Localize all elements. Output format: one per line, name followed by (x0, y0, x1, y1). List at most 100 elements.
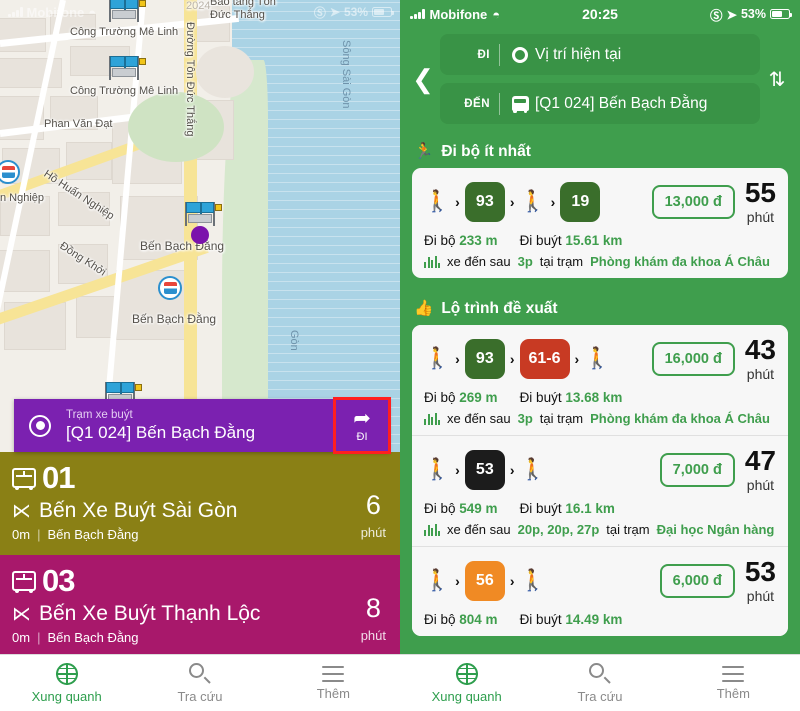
route-distance: 0m (12, 527, 31, 542)
section-header-least-walking: 🏃 Đi bộ ít nhất (400, 134, 800, 168)
selected-stop-card[interactable]: Trạm xe buýt [Q1 024] Bến Bạch Đằng ➦ ĐI (14, 397, 391, 454)
arrival-stop: Phòng khám đa khoa Á Châu (590, 254, 770, 269)
tab-label: Xung quanh (431, 688, 502, 704)
tab-tra-cuu[interactable]: Tra cứu (133, 655, 266, 711)
section-title: Đi bộ ít nhất (441, 142, 531, 160)
route-destination-label: Bến Xe Buýt Sài Gòn (39, 499, 238, 522)
fare-badge: 16,000 đ (651, 341, 735, 376)
route-option[interactable]: 🚶 › 93 › 61-6 › 🚶 16,000 đ 43 phút Đi bộ… (412, 325, 788, 435)
battery-percent: 53% (343, 5, 368, 19)
route-destination: ⋉ Bến Xe Buýt Sài Gòn (12, 499, 237, 523)
bus-distance-label: Đi buýt (519, 390, 562, 405)
walk-icon: 🚶 (519, 569, 546, 592)
swap-vertical-icon: ⇅ (768, 68, 786, 91)
tab-them[interactable]: Thêm (267, 655, 400, 711)
walk-distance-label: Đi bộ (424, 390, 456, 405)
arrival-prefix: xe đến sau (447, 254, 511, 269)
share-arrow-icon: ➦ (353, 407, 371, 430)
walk-distance: Đi bộ 549 m (424, 501, 498, 516)
route-badge[interactable]: 93 (464, 338, 505, 379)
bus-shelter-icon[interactable] (184, 202, 222, 226)
fare-badge: 6,000 đ (659, 563, 735, 598)
route-row[interactable]: 01 ⋉ Bến Xe Buýt Sài Gòn 0m | Bến Bạch Đ… (0, 452, 400, 555)
duration-unit: phút (746, 366, 775, 382)
tab-xung-quanh[interactable]: Xung quanh (400, 655, 533, 711)
tab-label: Thêm (716, 685, 750, 701)
fare-badge: 7,000 đ (659, 452, 735, 487)
bus-distance-value: 13.68 km (565, 390, 623, 405)
bus-icon (12, 570, 36, 593)
leg-chain: 🚶 › 93 › 🚶 › 19 (424, 181, 601, 222)
bus-icon (509, 96, 531, 113)
map-label-river: Gòn (288, 330, 300, 351)
route-distance-line: Đi bộ 549 m Đi buýt 16.1 km (424, 501, 776, 516)
status-right-group: Ⓢ ➤ 53% (710, 5, 793, 24)
route-badge[interactable]: 53 (464, 449, 505, 490)
duration-value: 47 (744, 445, 776, 476)
origin-value: Vị trí hiện tại (535, 45, 622, 63)
route-option-header: 🚶 › 53 › 🚶 7,000 đ 47 phút (424, 445, 776, 493)
arrival-time: 3p (517, 411, 533, 426)
origin-kicker: ĐI (477, 48, 490, 61)
route-badge[interactable]: 19 (560, 181, 601, 222)
walking-person-icon: 🏃 (414, 143, 434, 160)
walk-icon: 🚶 (584, 347, 611, 370)
destination-field[interactable]: ĐẾN [Q1 024] Bến Bạch Đằng (440, 83, 760, 124)
route-option-summary: 6,000 đ 53 phút (659, 558, 776, 603)
location-arrow-icon: ➤ (726, 7, 737, 22)
bus-distance-value: 15.61 km (565, 233, 623, 248)
walk-distance: Đi bộ 804 m (424, 612, 498, 627)
route-option[interactable]: 🚶 › 53 › 🚶 7,000 đ 47 phút Đi bộ 549 m Đ… (412, 435, 788, 546)
route-number: 03 (42, 563, 75, 598)
walk-distance-label: Đi bộ (424, 612, 456, 627)
duration-block: 55 phút (744, 177, 776, 225)
route-option[interactable]: 🚶 › 56 › 🚶 6,000 đ 53 phút Đi bộ 804 m Đ… (412, 546, 788, 636)
route-distance-line: Đi bộ 233 m Đi buýt 15.61 km (424, 233, 776, 248)
bus-distance-value: 16.1 km (565, 501, 615, 516)
bus-shelter-icon[interactable] (108, 56, 146, 80)
duration-value: 43 (744, 334, 776, 365)
route-destination-line: ⋉ Bến Xe Buýt Sài Gòn (12, 499, 388, 523)
search-icon (588, 662, 611, 685)
walk-distance: Đi bộ 269 m (424, 390, 498, 405)
left-status-bar: Mobifone ◓ Ⓢ ➤ 53% (0, 0, 400, 24)
carrier-group: Mobifone ◓ (8, 5, 96, 20)
chevron-left-icon: ❮ (412, 63, 434, 94)
route-badge[interactable]: 61-6 (519, 338, 570, 379)
back-button[interactable]: ❮ (406, 64, 440, 95)
route-options-card: 🚶 › 93 › 61-6 › 🚶 16,000 đ 43 phút Đi bộ… (412, 325, 788, 636)
route-option[interactable]: 🚶 › 93 › 🚶 › 19 13,000 đ 55 phút Đi bộ 2… (412, 168, 788, 278)
origin-field[interactable]: ĐI Vị trí hiện tại (440, 34, 760, 75)
selected-stop-marker[interactable] (191, 226, 209, 244)
go-button[interactable]: ➦ ĐI (333, 397, 391, 454)
route-option-header: 🚶 › 93 › 🚶 › 19 13,000 đ 55 phút (424, 177, 776, 225)
hamburger-icon (722, 665, 745, 682)
bus-distance-label: Đi buýt (519, 612, 562, 627)
route-badge[interactable]: 93 (464, 181, 505, 222)
route-eta-minutes: 6 (365, 490, 381, 520)
section-title: Lộ trình đề xuất (441, 299, 558, 317)
wifi-icon: ◓ (492, 6, 501, 22)
tab-xung-quanh[interactable]: Xung quanh (0, 655, 133, 711)
walk-distance-label: Đi bộ (424, 233, 456, 248)
map-label-stop: Bến Bạch Đằng (132, 312, 217, 326)
left-phone-screen: Công Trường Mê Linh Công Trường Mê Linh … (0, 0, 400, 711)
screenshot-root: Công Trường Mê Linh Công Trường Mê Linh … (0, 0, 800, 711)
chevron-right-icon: › (509, 193, 515, 210)
chevron-right-icon: › (455, 461, 460, 478)
walk-icon: 🚶 (519, 458, 546, 481)
walk-distance-label: Đi bộ (424, 501, 456, 516)
route-badge[interactable]: 56 (464, 560, 505, 601)
map-label: Công Trường Mê Linh (70, 26, 179, 38)
bus-stop-marker[interactable] (158, 276, 182, 300)
duration-block: 47 phút (744, 445, 776, 493)
loop-arrow-icon: ⋉ (12, 500, 31, 522)
route-option-summary: 13,000 đ 55 phút (651, 177, 776, 225)
tab-them[interactable]: Thêm (667, 655, 800, 711)
tab-tra-cuu[interactable]: Tra cứu (533, 655, 666, 711)
swap-origin-destination-button[interactable]: ⇅ (760, 67, 794, 92)
duration-value: 55 (744, 177, 776, 208)
walk-icon: 🚶 (424, 569, 451, 592)
route-row[interactable]: 03 ⋉ Bến Xe Buýt Thạnh Lộc 0m | Bến Bạch… (0, 555, 400, 655)
